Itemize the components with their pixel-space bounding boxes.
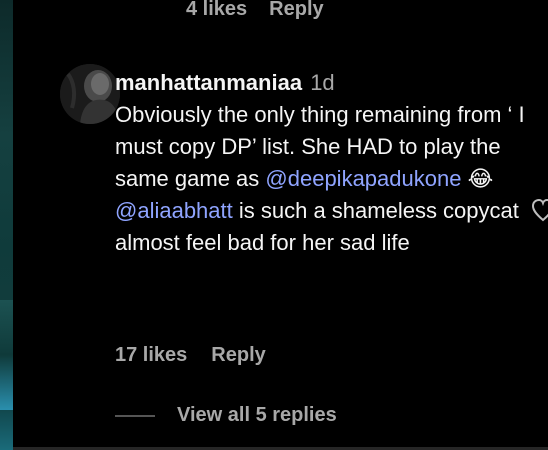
laughing-emoji-icon: 😂	[461, 166, 494, 191]
replies-divider	[115, 414, 155, 417]
mention-aliaabhatt[interactable]: @aliaabhatt	[115, 198, 233, 223]
previous-reply-button[interactable]: Reply	[269, 0, 323, 21]
heart-icon[interactable]	[532, 198, 548, 224]
background-video-strip	[0, 0, 13, 450]
view-replies-row[interactable]: View all 5 replies	[115, 404, 337, 427]
reply-button[interactable]: Reply	[211, 344, 265, 367]
comment-time: 1d	[310, 70, 335, 95]
avatar[interactable]	[60, 64, 120, 124]
comment-username[interactable]: manhattanmaniaa	[115, 70, 302, 95]
comment-body: manhattanmaniaa 1d Obviously the only th…	[115, 67, 525, 259]
likes-count[interactable]: 17 likes	[115, 344, 187, 367]
comment-actions: 17 likes Reply	[115, 344, 266, 367]
avatar-image	[60, 64, 120, 124]
view-replies-button[interactable]: View all 5 replies	[177, 404, 337, 427]
previous-likes-count[interactable]: 4 likes	[186, 0, 247, 21]
previous-comment-actions: 4 likes Reply	[186, 0, 324, 21]
mention-deepikapadukone[interactable]: @deepikapadukone	[265, 166, 461, 191]
